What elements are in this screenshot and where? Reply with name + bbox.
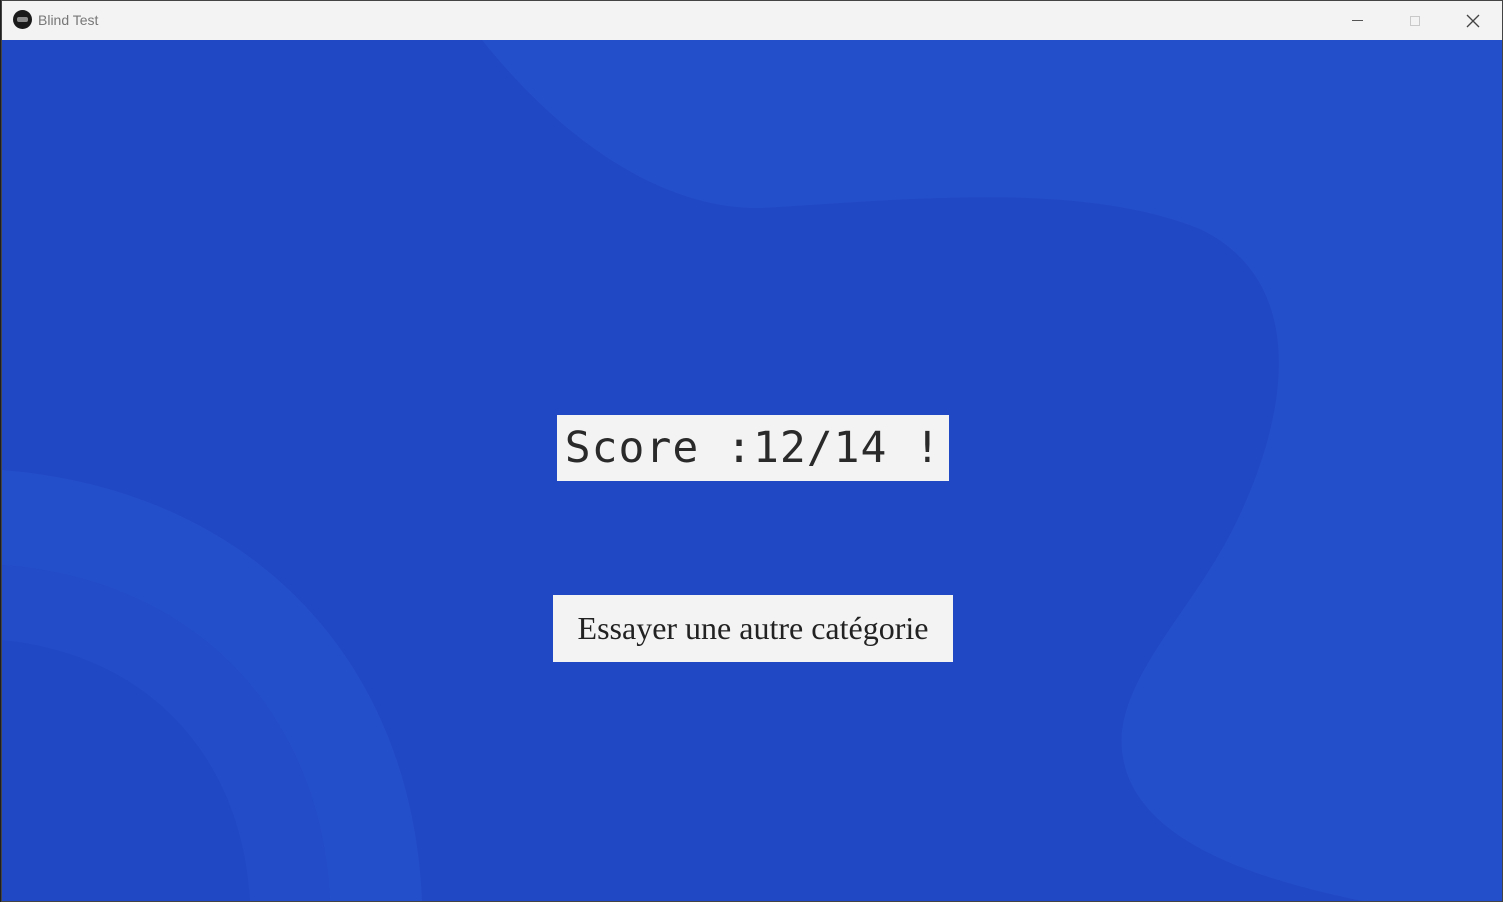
minimize-icon	[1351, 20, 1363, 21]
window-title: Blind Test	[38, 12, 99, 28]
maximize-icon	[1410, 15, 1420, 26]
close-button[interactable]	[1444, 1, 1502, 40]
try-another-category-button[interactable]: Essayer une autre catégorie	[553, 595, 953, 662]
title-bar[interactable]: Blind Test	[2, 1, 1502, 40]
try-another-category-label: Essayer une autre catégorie	[577, 610, 929, 646]
score-label: Score :12/14 !	[564, 423, 942, 473]
app-window: Blind Test Score :12/14 ! Essayer une au…	[2, 1, 1502, 901]
app-logo-icon	[13, 10, 32, 29]
game-screen: Score :12/14 ! Essayer une autre catégor…	[2, 40, 1502, 901]
minimize-button[interactable]	[1328, 1, 1386, 40]
close-icon	[1466, 14, 1480, 27]
maximize-button[interactable]	[1386, 1, 1444, 40]
score-panel: Score :12/14 !	[557, 415, 949, 481]
